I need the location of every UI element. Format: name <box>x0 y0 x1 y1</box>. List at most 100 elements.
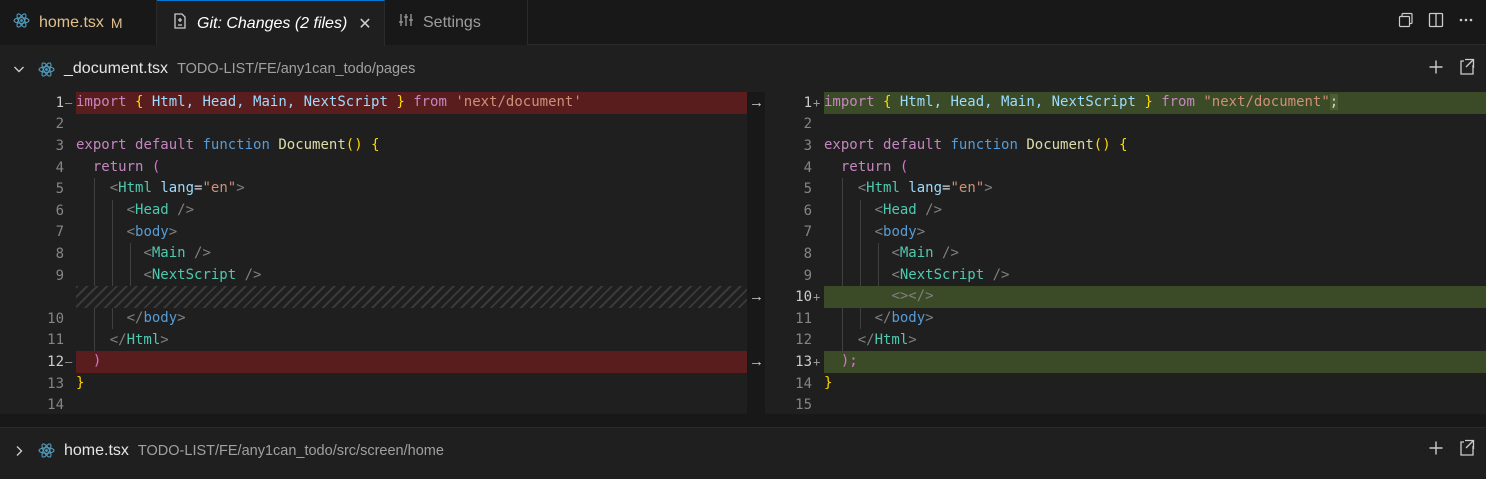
code-token: { <box>371 137 380 154</box>
code-token: "next/document" <box>1203 94 1330 110</box>
code-token: from <box>413 94 447 110</box>
line-number: 13 <box>47 375 64 392</box>
code-token: } <box>396 94 405 110</box>
git-compare-icon <box>173 13 187 34</box>
diff-line: 11 </body> <box>765 308 1486 330</box>
code-token: export <box>824 137 875 154</box>
code-token: > <box>984 180 993 197</box>
code-token: body <box>135 223 169 240</box>
code-token: > <box>236 180 245 197</box>
code-token: return <box>92 158 144 175</box>
diff-line: 5 <Html lang="en"> <box>0 178 747 200</box>
code-token: return <box>840 158 892 175</box>
code-token: < <box>874 202 884 218</box>
code-token: ; <box>1329 94 1339 110</box>
code-token: Document <box>1026 137 1094 154</box>
chevron-down-icon[interactable] <box>12 62 30 76</box>
code-token: > <box>160 331 169 348</box>
code-token: Html <box>866 180 900 197</box>
code-token: > <box>908 331 917 348</box>
tab-git-changes[interactable]: Git: Changes (2 files) ✕ <box>157 0 385 46</box>
code-token: Html <box>874 331 909 348</box>
line-number: 12 <box>795 332 812 349</box>
code-token: < <box>143 245 152 262</box>
line-number: 5 <box>803 181 812 198</box>
code-token: } <box>824 374 833 391</box>
line-number: 9 <box>55 267 64 284</box>
file-actions <box>1428 58 1476 81</box>
code-token: > <box>925 310 934 326</box>
code-token: "en" <box>202 180 237 197</box>
plus-icon[interactable] <box>1428 440 1444 461</box>
line-number: 14 <box>795 375 812 392</box>
chevron-right-icon[interactable] <box>12 444 30 458</box>
code-token: Head <box>135 202 169 218</box>
code-token: < <box>126 202 136 218</box>
layout-icon[interactable] <box>1428 12 1444 33</box>
diff-line-added: 1 + import { Html, Head, Main, NextScrip… <box>765 92 1486 114</box>
line-number: 11 <box>47 332 64 349</box>
code-token: Main <box>899 245 934 262</box>
code-token: </ <box>126 310 144 326</box>
settings-icon <box>399 13 414 32</box>
code-token: Html, Head, Main, NextScript <box>891 94 1145 110</box>
arrow-right-icon[interactable]: → <box>749 92 765 114</box>
code-token: import <box>76 94 127 110</box>
code-token: export <box>76 137 127 154</box>
code-token: import <box>824 94 875 110</box>
code-token: > <box>916 223 926 240</box>
diff-placeholder-line <box>0 286 747 308</box>
diff-line-added: 13 + ); <box>765 351 1486 373</box>
code-token: Html <box>118 180 152 197</box>
code-token: < <box>874 223 884 240</box>
diff-line: 5 <Html lang="en"> <box>765 178 1486 200</box>
modified-badge: M <box>110 14 123 31</box>
removed-marker: — <box>65 354 73 369</box>
line-number: 2 <box>803 116 812 133</box>
code-token: /> <box>916 202 943 218</box>
code-token: Main <box>151 245 186 262</box>
open-file-icon[interactable] <box>1458 58 1476 81</box>
arrow-right-icon[interactable]: → <box>749 286 765 308</box>
diff-original-editor[interactable]: 1 — import { Html, Head, Main, NextScrip… <box>0 92 747 414</box>
code-token: default <box>135 137 195 154</box>
section-divider <box>0 414 1486 427</box>
code-token: function <box>950 137 1018 154</box>
code-token: body <box>891 310 926 326</box>
diff-line: 4 return ( <box>765 157 1486 179</box>
file-header-home[interactable]: home.tsx TODO-LIST/FE/any1can_todo/src/s… <box>0 427 1486 473</box>
line-number: 2 <box>55 116 64 133</box>
code-token: /> <box>933 245 959 262</box>
code-token: </ <box>109 331 127 348</box>
diff-modified-editor[interactable]: 1 + import { Html, Head, Main, NextScrip… <box>765 92 1486 414</box>
open-file-icon[interactable] <box>1458 439 1476 462</box>
line-number: 14 <box>47 397 64 414</box>
arrow-right-icon[interactable]: → <box>749 351 765 373</box>
code-token: lang <box>908 180 943 197</box>
line-number: 15 <box>795 397 812 414</box>
code-token: () <box>345 137 363 154</box>
file-name: _document.tsx <box>64 60 169 77</box>
tab-home-tsx[interactable]: home.tsx M <box>0 0 157 45</box>
diff-line: 15 <box>765 394 1486 416</box>
editor-tab-bar: home.tsx M Git: Changes (2 files) ✕ Sett… <box>0 0 1486 46</box>
close-icon[interactable]: ✕ <box>358 14 371 34</box>
code-token: body <box>883 223 917 240</box>
plus-icon[interactable] <box>1428 59 1444 80</box>
diff-line: 7 <body> <box>0 222 747 244</box>
code-token: Head <box>883 202 917 218</box>
line-number: 10 <box>47 310 64 327</box>
tab-settings[interactable]: Settings <box>385 0 528 45</box>
code-token: /> <box>236 266 262 283</box>
code-token: } <box>1144 94 1153 110</box>
code-token: from <box>1161 94 1195 110</box>
more-icon[interactable] <box>1458 12 1474 33</box>
editor-actions <box>1398 0 1486 45</box>
diff-line: 7 <body> <box>765 222 1486 244</box>
code-token: lang <box>160 180 195 197</box>
added-marker: + <box>813 290 821 305</box>
file-header-document[interactable]: _document.tsx TODO-LIST/FE/any1can_todo/… <box>0 46 1486 92</box>
split-view-icon[interactable] <box>1398 12 1414 33</box>
line-number: 8 <box>55 245 64 262</box>
code-token: default <box>883 137 943 154</box>
